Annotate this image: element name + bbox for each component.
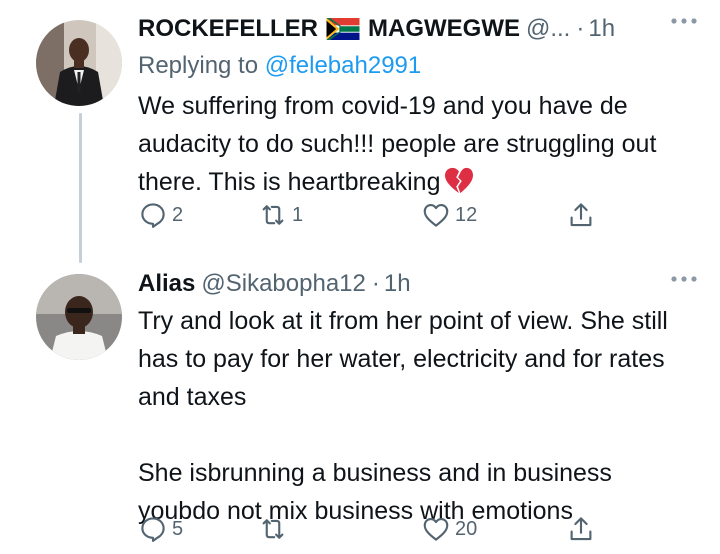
reply-button[interactable]: 2	[138, 200, 183, 230]
reply-count: 2	[172, 203, 184, 226]
retweet-button[interactable]	[258, 514, 288, 544]
retweet-icon	[262, 519, 284, 539]
display-name[interactable]: ROCKEFELLER	[138, 15, 318, 43]
broken-heart-emoji	[445, 167, 474, 194]
display-name[interactable]: Alias	[138, 270, 195, 298]
share-icon	[570, 517, 592, 541]
tweet-actions: 2 1 12	[138, 200, 598, 236]
heart-icon	[423, 203, 449, 227]
reply-icon	[141, 203, 165, 228]
share-button[interactable]	[566, 200, 596, 230]
separator-dot: ·	[371, 270, 380, 297]
more-dots-icon[interactable]	[670, 16, 698, 26]
user-handle[interactable]: @Sikabopha12	[201, 270, 365, 298]
tweet-text-content: We suffering from covid-19 and you have …	[138, 92, 657, 196]
south-africa-flag-icon	[326, 18, 360, 40]
display-name-surname[interactable]: MAGWEGWE	[368, 15, 520, 43]
replying-to-label: Replying to	[138, 52, 259, 79]
share-button[interactable]	[566, 514, 596, 544]
mention-link[interactable]: @felebah2991	[265, 52, 422, 79]
tweet-header: ROCKEFELLER MAGWEGWE @... · 1h	[138, 14, 700, 44]
reply-icon	[141, 517, 165, 542]
avatar[interactable]	[36, 274, 122, 360]
thread-line	[79, 113, 82, 263]
tweet-1[interactable]: ROCKEFELLER MAGWEGWE @... · 1h Replying …	[0, 0, 720, 263]
like-button[interactable]: 12	[421, 200, 477, 230]
timestamp[interactable]: 1h	[384, 270, 411, 298]
reply-button[interactable]: 5	[138, 514, 183, 544]
avatar[interactable]	[36, 20, 122, 106]
retweet-count: 1	[292, 203, 304, 226]
timestamp[interactable]: 1h	[588, 15, 615, 43]
tweet-header: Alias @Sikabopha12 · 1h	[138, 269, 700, 299]
tweet-text: We suffering from covid-19 and you have …	[138, 87, 698, 201]
separator-dot: ·	[576, 15, 585, 42]
user-handle[interactable]: @...	[526, 15, 570, 43]
tweet-2[interactable]: Alias @Sikabopha12 · 1h Try and look at …	[0, 262, 720, 554]
retweet-icon	[262, 205, 284, 225]
retweet-button[interactable]: 1	[258, 200, 303, 230]
like-count: 20	[455, 517, 478, 540]
share-icon	[570, 203, 592, 227]
tweet-actions: 5 20	[138, 514, 598, 550]
like-count: 12	[455, 203, 478, 226]
tweet-text: Try and look at it from her point of vie…	[138, 307, 668, 525]
like-button[interactable]: 20	[421, 514, 477, 544]
more-dots-icon[interactable]	[670, 274, 698, 284]
replying-to: Replying to @felebah2991	[138, 52, 421, 80]
heart-icon	[423, 517, 449, 541]
reply-count: 5	[172, 517, 184, 540]
